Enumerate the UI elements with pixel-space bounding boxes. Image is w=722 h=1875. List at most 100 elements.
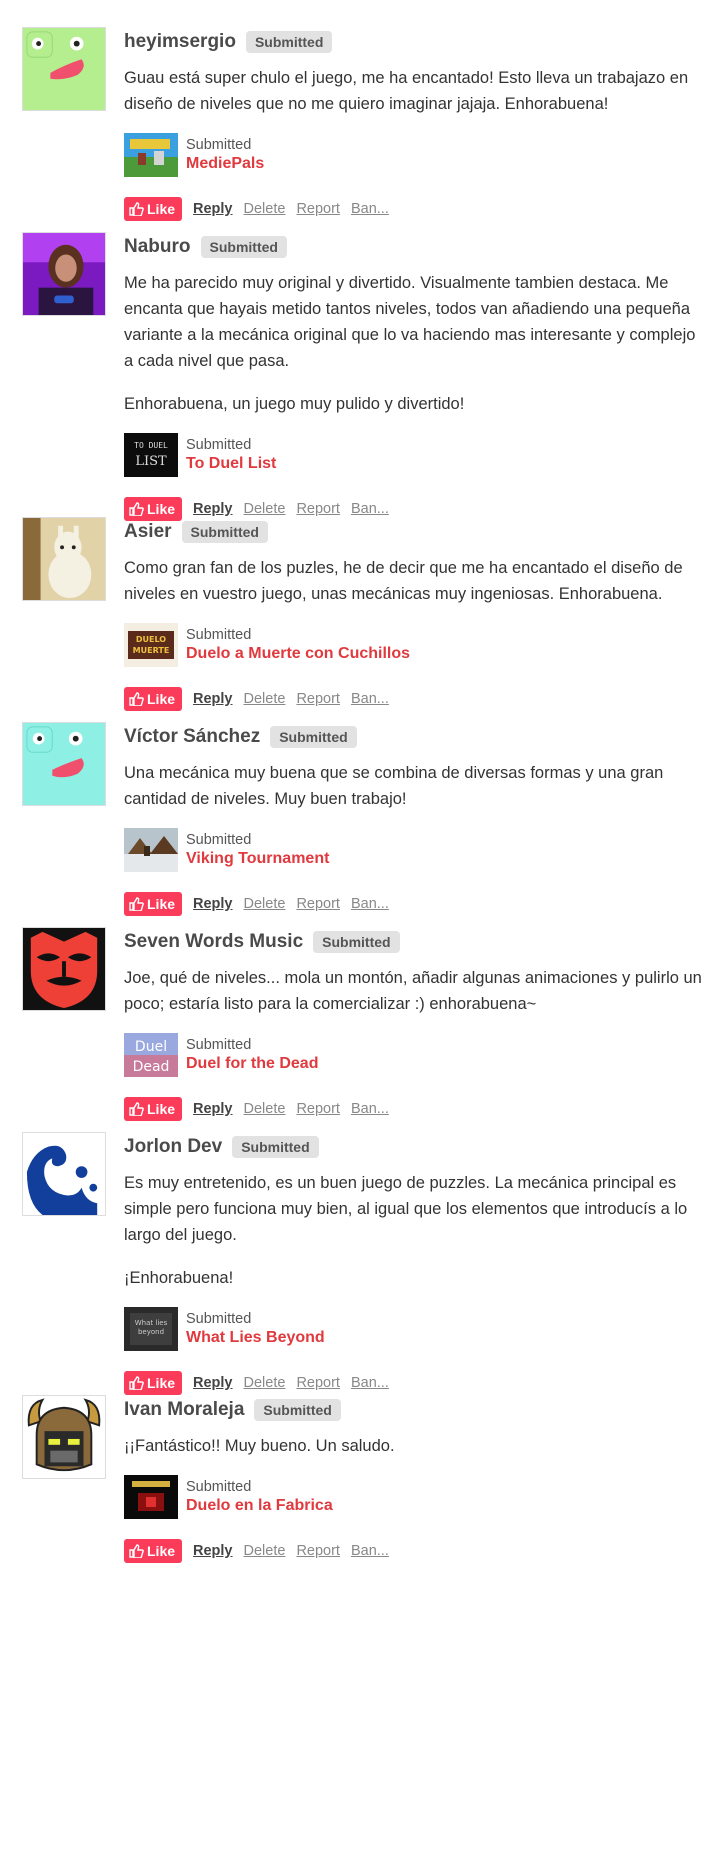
thumb-text: beyond <box>138 1328 164 1336</box>
avatar-naburo[interactable] <box>22 232 106 316</box>
report-link[interactable]: Report <box>296 501 340 517</box>
like-button[interactable]: Like <box>124 1097 183 1121</box>
ban-link[interactable]: Ban... <box>351 896 389 912</box>
reply-link[interactable]: Reply <box>193 691 233 707</box>
entry-status: Submitted <box>186 832 252 848</box>
entry-title-link[interactable]: Duelo en la Fabrica <box>186 1497 333 1514</box>
like-button[interactable]: Like <box>124 1371 183 1395</box>
status-badge: Submitted <box>200 236 287 258</box>
game-thumbnail[interactable]: What lies beyond <box>124 1307 178 1351</box>
like-button[interactable]: Like <box>124 892 183 916</box>
reply-link[interactable]: Reply <box>193 1101 233 1117</box>
comment-list: heyimsergio Submitted Guau está super ch… <box>0 0 722 1875</box>
report-link[interactable]: Report <box>296 896 340 912</box>
avatar-jorlon[interactable] <box>22 1132 106 1216</box>
game-thumbnail[interactable]: Duel Dead <box>124 1033 178 1077</box>
reply-link[interactable]: Reply <box>193 201 233 217</box>
report-link[interactable]: Report <box>296 1101 340 1117</box>
avatar-mask[interactable] <box>22 927 106 1011</box>
status-badge: Submitted <box>254 1399 341 1421</box>
comment-author[interactable]: Seven Words Music <box>124 931 303 953</box>
entry-status: Submitted <box>186 1037 252 1053</box>
delete-link[interactable]: Delete <box>244 501 286 517</box>
comment-actions: Like Reply Delete Report Ban... <box>124 1096 704 1122</box>
avatar-frog-green[interactable] <box>22 27 106 111</box>
comment-body: Jorlon Dev Submitted Es muy entretenido,… <box>124 1132 704 1396</box>
comment-author[interactable]: Jorlon Dev <box>124 1136 222 1158</box>
like-label: Like <box>147 896 176 912</box>
status-badge: Submitted <box>232 1136 319 1158</box>
comment-author[interactable]: Ivan Moraleja <box>124 1399 244 1421</box>
like-label: Like <box>147 691 176 707</box>
comment-author[interactable]: Asier <box>124 521 172 543</box>
reply-link[interactable]: Reply <box>193 1375 233 1391</box>
like-button[interactable]: Like <box>124 197 183 221</box>
game-entry[interactable]: TO DUEL LIST Submitted To Duel List <box>124 433 704 477</box>
delete-link[interactable]: Delete <box>244 1101 286 1117</box>
comment-author[interactable]: heyimsergio <box>124 31 236 53</box>
report-link[interactable]: Report <box>296 1375 340 1391</box>
ban-link[interactable]: Ban... <box>351 501 389 517</box>
game-entry[interactable]: What lies beyond Submitted What Lies Bey… <box>124 1307 704 1351</box>
comment-text: Guau está super chulo el juego, me ha en… <box>124 69 689 113</box>
game-thumbnail[interactable]: DUELO MUERTE <box>124 623 178 667</box>
delete-link[interactable]: Delete <box>244 1375 286 1391</box>
comment-body: Ivan Moraleja Submitted ¡¡Fantástico!! M… <box>124 1395 704 1564</box>
reply-link[interactable]: Reply <box>193 501 233 517</box>
duel-for-the-dead-thumbnail-icon: Duel Dead <box>124 1033 178 1077</box>
avatar-frog-cyan[interactable] <box>22 722 106 806</box>
entry-title-link[interactable]: Viking Tournament <box>186 850 329 867</box>
report-link[interactable]: Report <box>296 691 340 707</box>
entry-title-link[interactable]: Duel for the Dead <box>186 1055 318 1072</box>
comment-body: Seven Words Music Submitted Joe, qué de … <box>124 927 704 1122</box>
comment-actions: Like Reply Delete Report Ban... <box>124 1538 704 1564</box>
report-link[interactable]: Report <box>296 1543 340 1559</box>
game-thumbnail[interactable]: TO DUEL LIST <box>124 433 178 477</box>
red-mask-avatar-icon <box>23 928 105 1010</box>
comment-body: heyimsergio Submitted Guau está super ch… <box>124 27 704 222</box>
entry-status: Submitted <box>186 137 252 153</box>
llama-avatar-icon <box>23 518 105 600</box>
delete-link[interactable]: Delete <box>244 1543 286 1559</box>
entry-title-link[interactable]: What Lies Beyond <box>186 1329 325 1346</box>
game-entry[interactable]: Submitted Duelo en la Fabrica <box>124 1475 704 1519</box>
comment-text: ¡¡Fantástico!! Muy bueno. Un saludo. <box>124 1437 395 1455</box>
entry-title-link[interactable]: MediePals <box>186 155 264 172</box>
delete-link[interactable]: Delete <box>244 691 286 707</box>
reply-link[interactable]: Reply <box>193 896 233 912</box>
game-entry[interactable]: Duel Dead Submitted Duel for the Dead <box>124 1033 704 1077</box>
like-label: Like <box>147 1543 176 1559</box>
ban-link[interactable]: Ban... <box>351 1101 389 1117</box>
game-thumbnail[interactable] <box>124 828 178 872</box>
entry-status: Submitted <box>186 437 252 453</box>
thumbs-up-icon <box>129 1376 144 1390</box>
game-thumbnail[interactable] <box>124 133 178 177</box>
game-entry[interactable]: DUELO MUERTE Submitted Duelo a Muerte co… <box>124 623 704 667</box>
ban-link[interactable]: Ban... <box>351 201 389 217</box>
game-thumbnail[interactable] <box>124 1475 178 1519</box>
status-badge: Submitted <box>245 31 333 53</box>
ban-link[interactable]: Ban... <box>351 691 389 707</box>
game-entry[interactable]: Submitted MediePals <box>124 133 704 177</box>
reply-link[interactable]: Reply <box>193 1543 233 1559</box>
report-link[interactable]: Report <box>296 201 340 217</box>
thumbs-up-icon <box>129 502 144 516</box>
entry-title-link[interactable]: Duelo a Muerte con Cuchillos <box>186 645 410 662</box>
like-button[interactable]: Like <box>124 687 183 711</box>
ban-link[interactable]: Ban... <box>351 1543 389 1559</box>
like-button[interactable]: Like <box>124 1539 183 1563</box>
frog-avatar-icon <box>23 28 105 110</box>
avatar-helmet[interactable] <box>22 1395 106 1479</box>
delete-link[interactable]: Delete <box>244 201 286 217</box>
comment-author[interactable]: Naburo <box>124 236 191 258</box>
entry-status: Submitted <box>186 627 252 643</box>
delete-link[interactable]: Delete <box>244 896 286 912</box>
comment-author[interactable]: Víctor Sánchez <box>124 726 260 748</box>
entry-status: Submitted <box>186 1479 252 1495</box>
ban-link[interactable]: Ban... <box>351 1375 389 1391</box>
comment-text: ¡Enhorabuena! <box>124 1269 234 1287</box>
entry-title-link[interactable]: To Duel List <box>186 455 276 472</box>
avatar-llama[interactable] <box>22 517 106 601</box>
game-entry[interactable]: Submitted Viking Tournament <box>124 828 704 872</box>
status-badge: Submitted <box>313 931 400 953</box>
